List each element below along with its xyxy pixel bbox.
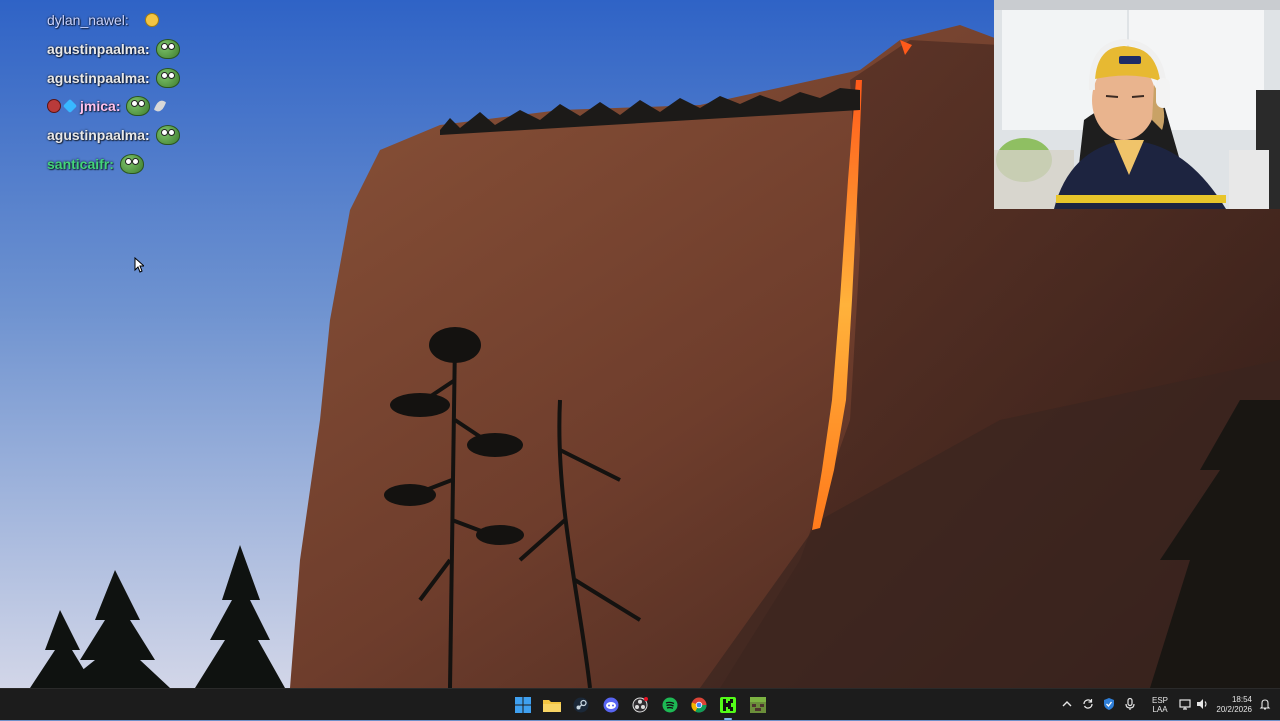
laughing-emoji-icon [144,13,159,28]
webcam-feed-image [994,0,1280,209]
network-icon[interactable] [1178,697,1192,711]
start-button[interactable] [512,694,534,716]
chrome-icon [691,697,707,713]
chat-message: santicaifr : [47,149,307,178]
minecraft-icon [750,697,766,713]
chat-colon: : [109,155,114,172]
minecraft-button[interactable] [747,694,769,716]
security-shield-icon[interactable] [1102,697,1116,711]
webcam-overlay [994,0,1280,209]
frog-emote-icon [126,96,151,117]
microphone-icon[interactable] [1123,697,1137,711]
layout-code: LAA [1152,705,1168,714]
chat-colon: : [145,127,150,144]
chevron-up-icon[interactable] [1060,697,1074,711]
frog-emote-icon [155,39,180,60]
volume-icon[interactable] [1195,697,1209,711]
steam-button[interactable] [570,694,592,716]
clock-date: 20/2/2026 [1216,705,1252,714]
chat-username: dylan_nawel [47,12,125,29]
kick-button[interactable] [717,694,739,720]
taskbar: ESP LAA 18:54 20/2/2026 [0,688,1280,720]
discord-button[interactable] [600,694,622,716]
chat-colon: : [124,12,129,29]
chrome-button[interactable] [688,694,710,716]
spotify-icon [662,697,678,713]
folder-icon [543,700,561,712]
blue-diamond-badge-icon [62,99,78,114]
chat-message: agustinpaalma : [47,63,307,92]
desktop[interactable]: dylan_nawel : agustinpaalma : agustinpaa… [0,0,1280,688]
kick-icon [720,697,736,713]
chat-username: santicaifr [47,155,110,172]
frog-emote-icon [155,67,180,88]
chat-colon: : [115,98,121,115]
keyboard-language-indicator[interactable]: ESP LAA [1150,696,1170,714]
chat-username: agustinpaalma [47,41,146,58]
chat-username: agustinpaalma [47,127,146,144]
file-explorer-button[interactable] [541,694,563,716]
red-badge-icon [47,99,61,114]
frog-emote-icon [119,153,144,174]
frog-emote-icon [155,125,180,146]
mouse-cursor-icon [134,257,144,273]
notification-bell-icon[interactable] [1258,697,1272,711]
chat-colon: : [145,41,150,58]
language-code: ESP [1151,696,1168,705]
chat-colon: : [145,69,150,86]
sync-icon[interactable] [1081,697,1095,711]
taskbar-clock[interactable]: 18:54 20/2/2026 [1208,695,1252,715]
windows-icon [515,697,531,713]
chat-message: dylan_nawel : [47,6,307,35]
obs-button[interactable] [629,694,651,716]
chat-username: agustinpaalma [47,69,146,86]
clock-time: 18:54 [1231,695,1252,704]
chat-username: jmica [80,98,116,115]
obs-icon [632,697,648,713]
spotify-button[interactable] [659,694,681,716]
discord-icon [603,697,619,713]
stream-chat-overlay: dylan_nawel : agustinpaalma : agustinpaa… [47,6,307,178]
chat-message: agustinpaalma : [47,35,307,64]
chat-message: agustinpaalma : [47,121,307,150]
chat-message: jmica : [47,92,307,121]
feather-emote-icon [154,99,167,114]
steam-icon [573,697,589,713]
system-tray: ESP LAA 18:54 20/2/2026 [1050,689,1280,721]
